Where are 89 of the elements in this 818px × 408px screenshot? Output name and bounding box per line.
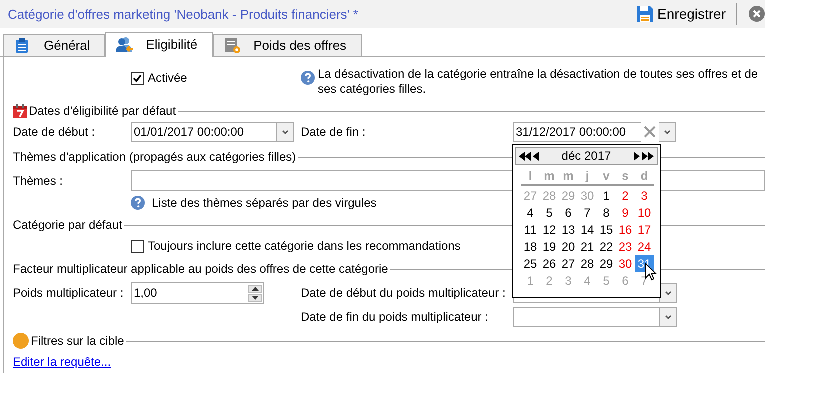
weekday-label: d — [640, 168, 650, 184]
caret-icon — [664, 313, 672, 321]
calendar-day[interactable]: 24 — [635, 238, 654, 255]
right-arrow-icon[interactable] — [634, 152, 640, 160]
field-value: 1,00 — [134, 286, 158, 300]
calendar-day[interactable]: 28 — [578, 255, 597, 272]
circle-icon — [13, 333, 29, 349]
field-label: Poids multiplicateur : — [13, 286, 125, 300]
help-icon — [131, 196, 145, 210]
section-heading: Filtres sur la cible — [31, 334, 124, 348]
close-icon — [644, 126, 656, 138]
weekday-label: s — [621, 168, 630, 184]
calendar-day[interactable]: 23 — [616, 238, 635, 255]
tab[interactable]: Poids des offres — [212, 34, 362, 56]
date-field[interactable]: 01/01/2017 00:00:00 — [131, 122, 277, 142]
people-icon — [116, 36, 134, 53]
field-label: Date de fin du poids multiplicateur : — [301, 310, 490, 324]
checkbox-label: Activée — [148, 71, 188, 85]
calendar-day[interactable]: 11 — [521, 221, 540, 238]
calendar-day[interactable]: 27 — [559, 255, 578, 272]
field-label: Date de début du poids multiplicateur : — [301, 286, 507, 300]
checkbox[interactable] — [131, 240, 144, 252]
save-button[interactable]: Enregistrer — [636, 5, 726, 23]
field-label: Date de fin : — [301, 125, 367, 139]
calendar-day[interactable]: 15 — [597, 221, 616, 238]
spin-up-button[interactable] — [248, 284, 262, 292]
calendar-day[interactable]: 6 — [559, 204, 578, 221]
help-icon — [301, 71, 315, 85]
date-field[interactable] — [513, 307, 660, 327]
double-right-arrow-icon[interactable] — [642, 152, 654, 160]
up-arrow-icon — [252, 286, 258, 290]
spin-down-button[interactable] — [248, 294, 262, 302]
calendar-day[interactable]: 7 — [578, 204, 597, 221]
section-heading: Facteur multiplicateur applicable au poids des offres de cette catégorie — [13, 262, 388, 276]
save-icon — [636, 5, 654, 23]
calendar-day[interactable]: 13 — [559, 221, 578, 238]
date-field[interactable]: 31/12/2017 00:00:00 — [513, 122, 641, 142]
calendar-day[interactable]: 22 — [597, 238, 616, 255]
number-field[interactable]: 1,00 — [131, 282, 264, 304]
document-gear-icon — [224, 37, 242, 54]
calendar-day[interactable]: 29 — [597, 255, 616, 272]
calendar-day[interactable]: 21 — [578, 238, 597, 255]
calendar-day[interactable]: 8 — [597, 204, 616, 221]
calendar-day[interactable]: 1 — [597, 187, 616, 204]
calendar-day[interactable]: 2 — [616, 187, 635, 204]
caret-icon — [280, 128, 290, 136]
dropdown-button[interactable] — [660, 283, 677, 303]
tab[interactable]: Eligibilité — [105, 32, 213, 57]
field-label: Date de début : — [13, 125, 96, 139]
tab[interactable]: Général — [3, 34, 106, 56]
calendar-day[interactable]: 16 — [616, 221, 635, 238]
caret-icon — [664, 289, 672, 297]
weekday-label: m — [562, 168, 575, 184]
caret-icon — [662, 128, 672, 136]
calendar-day[interactable]: 5 — [540, 204, 559, 221]
calendar-day[interactable]: 12 — [540, 221, 559, 238]
calendar-icon — [13, 104, 27, 118]
double-left-arrow-icon[interactable] — [519, 152, 531, 160]
calendar-day[interactable]: 19 — [540, 238, 559, 255]
calendar-day[interactable]: 4 — [521, 204, 540, 221]
help-text: La désactivation de la catégorie entraîne la désactivation de toutes ses offres et de ses catégories filles. — [318, 67, 760, 97]
calendar-day[interactable]: 10 — [635, 204, 654, 221]
checkbox[interactable] — [131, 72, 144, 84]
link[interactable]: Editer la requête... — [13, 355, 112, 369]
weekday-label: j — [584, 168, 590, 184]
checkmark-icon — [133, 74, 142, 82]
calendar-day[interactable]: 26 — [540, 255, 559, 272]
calendar-day[interactable]: 20 — [559, 238, 578, 255]
weekday-label: m — [543, 168, 556, 184]
month-label: déc 2017 — [562, 149, 612, 163]
close-icon[interactable] — [749, 6, 765, 22]
left-arrow-icon[interactable] — [533, 152, 539, 160]
help-text: Liste des thèmes séparés par des virgules — [152, 196, 377, 210]
calendar-day[interactable]: 25 — [521, 255, 540, 272]
weekday-label: v — [602, 168, 611, 184]
calendar-day[interactable]: 14 — [578, 221, 597, 238]
window-title: Catégorie d'offres marketing 'Neobank - Produits financiers' * — [8, 6, 360, 22]
calendar-day[interactable]: 30 — [616, 255, 635, 272]
calendar-day[interactable]: 18 — [521, 238, 540, 255]
field-label: Thèmes : — [13, 174, 64, 188]
section-heading: Dates d'éligibilité par défaut — [29, 104, 176, 118]
calendar-day[interactable]: 17 — [635, 221, 654, 238]
weekday-label: l — [528, 168, 534, 184]
section-heading: Catégorie par défaut — [13, 218, 122, 232]
section-heading: Thèmes d'application (propagés aux catégories filles) — [13, 150, 296, 164]
down-arrow-icon — [252, 296, 258, 300]
checkbox-label: Toujours inclure cette catégorie dans les recommandations — [148, 239, 461, 253]
calendar-day[interactable]: 3 — [635, 187, 654, 204]
calendar-day[interactable]: 9 — [616, 204, 635, 221]
